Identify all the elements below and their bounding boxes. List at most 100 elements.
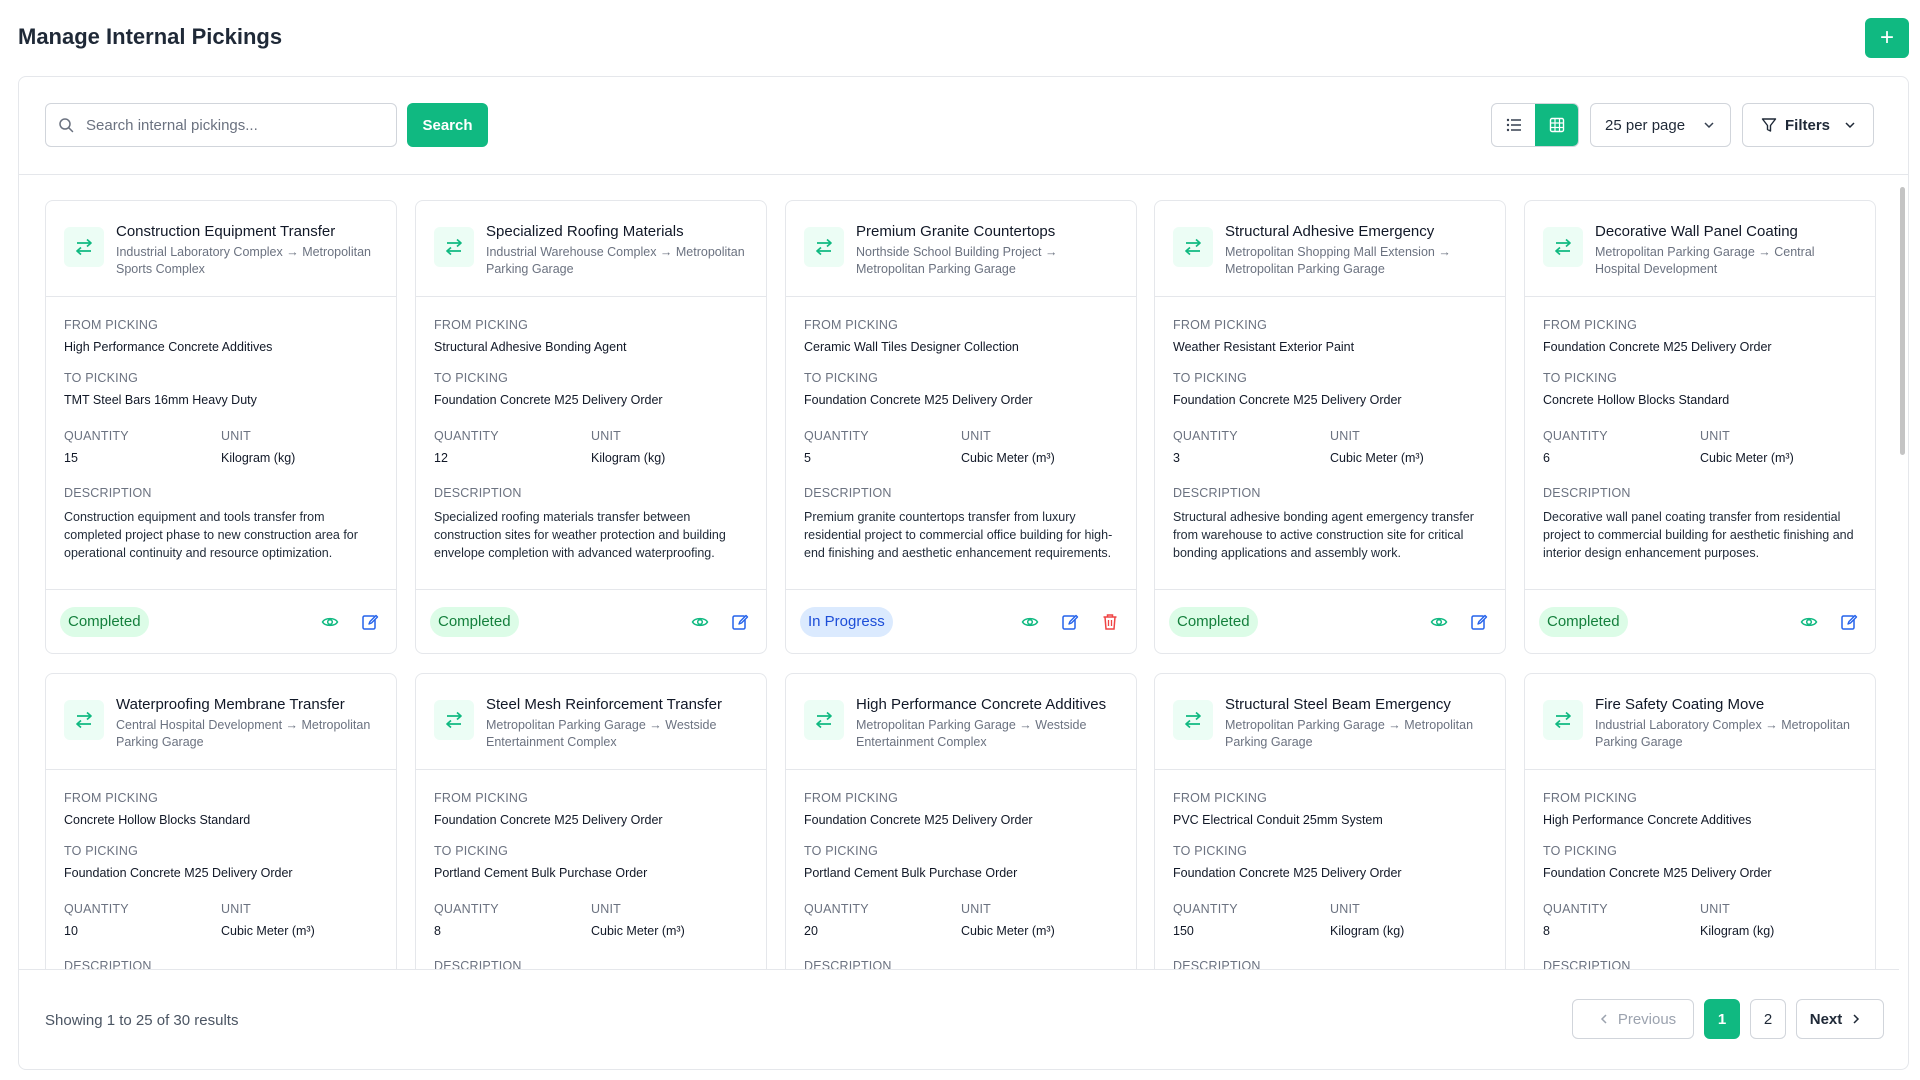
quantity-value: 5	[804, 451, 811, 465]
picking-card: Structural Steel Beam Emergency Metropoli…	[1154, 673, 1506, 969]
picking-card: Steel Mesh Reinforcement Transfer Metropo…	[415, 673, 767, 970]
search-input[interactable]	[86, 116, 376, 134]
page-2-button[interactable]: 2	[1750, 999, 1786, 1039]
pickings-panel: Search 25 per page Filters Construction …	[18, 76, 1909, 1070]
eye-icon[interactable]	[1429, 612, 1449, 632]
next-label: Next	[1809, 1010, 1843, 1028]
card-body: FROM PICKING High Performance Concrete Ad…	[1525, 770, 1875, 969]
quantity-value: 6	[1543, 451, 1550, 465]
eye-icon[interactable]	[690, 612, 710, 632]
status-badge: Completed	[430, 606, 519, 637]
from-picking-label: FROM PICKING	[434, 318, 529, 332]
card-body: FROM PICKING PVC Electrical Conduit 25mm …	[1155, 770, 1505, 969]
transfer-icon	[804, 227, 844, 267]
to-picking-label: TO PICKING	[804, 844, 879, 858]
to-picking-value: Portland Cement Bulk Purchase Order	[804, 866, 1018, 880]
unit-label: UNIT	[221, 902, 251, 916]
description-text: Specialized roofing materials transfer b…	[434, 510, 726, 560]
quantity-value: 12	[434, 451, 448, 465]
transfer-icon	[434, 700, 474, 740]
card-title: Decorative Wall Panel Coating	[1595, 223, 1798, 240]
filters-button[interactable]: Filters	[1742, 103, 1874, 147]
quantity-value: 150	[1173, 924, 1194, 938]
next-page-button[interactable]: Next	[1796, 999, 1884, 1039]
card-body: FROM PICKING Foundation Concrete M25 Deli…	[416, 770, 766, 970]
quantity-row: QUANTITY 8 UNIT Kilogram (kg)	[1543, 901, 1857, 954]
add-picking-button[interactable]: +	[1865, 18, 1909, 58]
transfer-icon	[1173, 227, 1213, 267]
status-badge: Completed	[60, 606, 149, 637]
card-title: Fire Safety Coating Move	[1595, 696, 1765, 713]
card-header: Structural Steel Beam Emergency Metropoli…	[1155, 674, 1505, 770]
picking-card: Premium Granite Countertops Northside Sch…	[785, 200, 1137, 654]
to-picking-label: TO PICKING	[1543, 844, 1618, 858]
grid-view-icon	[1549, 117, 1564, 133]
previous-label: Previous	[1617, 1010, 1677, 1028]
edit-icon[interactable]	[730, 612, 750, 632]
view-toggle	[1491, 103, 1579, 147]
per-page-select[interactable]: 25 per page	[1590, 103, 1731, 147]
list-view-icon	[1506, 118, 1521, 132]
quantity-label: QUANTITY	[1173, 902, 1238, 916]
eye-icon[interactable]	[1799, 612, 1819, 632]
picking-card: High Performance Concrete Additives Metro…	[785, 673, 1137, 970]
grid-view-button[interactable]	[1535, 104, 1578, 146]
quantity-row: QUANTITY 8 UNIT Cubic Meter (m³)	[434, 901, 748, 954]
quantity-row: QUANTITY 10 UNIT Cubic Meter (m³)	[64, 901, 378, 954]
quantity-row: QUANTITY 5 UNIT Cubic Meter (m³)	[804, 428, 1118, 481]
edit-icon[interactable]	[1469, 612, 1489, 632]
card-route: Metropolitan Parking Garage → Central Ho…	[1595, 245, 1815, 276]
unit-label: UNIT	[1330, 902, 1360, 916]
unit-value: Cubic Meter (m³)	[591, 924, 685, 938]
card-body: FROM PICKING Ceramic Wall Tiles Designer …	[786, 297, 1136, 562]
transfer-icon	[1543, 700, 1583, 740]
list-view-button[interactable]	[1492, 104, 1535, 146]
quantity-value: 8	[434, 924, 441, 938]
search-box	[45, 103, 397, 147]
from-picking-label: FROM PICKING	[434, 791, 529, 805]
search-button[interactable]: Search	[407, 103, 488, 147]
cards-grid: Construction Equipment Transfer Industria…	[19, 176, 1899, 970]
to-picking-label: TO PICKING	[434, 844, 509, 858]
from-picking-value: Weather Resistant Exterior Paint	[1173, 340, 1355, 354]
edit-icon[interactable]	[1839, 612, 1859, 632]
card-header: Structural Adhesive Emergency Metropolita…	[1155, 201, 1505, 297]
card-route: Industrial Laboratory Complex → Metropol…	[1595, 718, 1850, 749]
card-header: Waterproofing Membrane Transfer Central H…	[46, 674, 396, 770]
eye-icon[interactable]	[1020, 612, 1040, 632]
unit-label: UNIT	[591, 902, 621, 916]
from-picking-value: Foundation Concrete M25 Delivery Order	[804, 813, 1033, 827]
to-picking-value: Foundation Concrete M25 Delivery Order	[1173, 393, 1402, 407]
card-title: Waterproofing Membrane Transfer	[116, 696, 345, 713]
page-1-button[interactable]: 1	[1704, 999, 1740, 1039]
picking-card: Decorative Wall Panel Coating Metropolita…	[1524, 200, 1876, 654]
quantity-label: QUANTITY	[434, 429, 499, 443]
eye-icon[interactable]	[320, 612, 340, 632]
previous-page-button[interactable]: Previous	[1572, 999, 1694, 1039]
card-route: Industrial Laboratory Complex → Metropol…	[116, 245, 371, 276]
edit-icon[interactable]	[1060, 612, 1080, 632]
description-label: DESCRIPTION	[434, 959, 522, 970]
to-picking-label: TO PICKING	[64, 844, 139, 858]
description-label: DESCRIPTION	[804, 959, 892, 970]
card-footer: Completed	[46, 589, 396, 653]
card-title: Steel Mesh Reinforcement Transfer	[486, 696, 722, 713]
to-picking-value: Foundation Concrete M25 Delivery Order	[1543, 866, 1772, 880]
quantity-value: 10	[64, 924, 78, 938]
from-picking-label: FROM PICKING	[1173, 318, 1268, 332]
unit-value: Cubic Meter (m³)	[961, 924, 1055, 938]
edit-icon[interactable]	[360, 612, 380, 632]
filters-label: Filters	[1785, 116, 1831, 134]
card-body: FROM PICKING High Performance Concrete Ad…	[46, 297, 396, 562]
scrollbar-thumb[interactable]	[1900, 187, 1905, 455]
scrollbar[interactable]	[1899, 187, 1907, 967]
to-picking-label: TO PICKING	[64, 371, 139, 385]
description-text: Structural adhesive bonding agent emerge…	[1173, 510, 1474, 560]
description-label: DESCRIPTION	[64, 959, 152, 970]
quantity-row: QUANTITY 150 UNIT Kilogram (kg)	[1173, 901, 1487, 954]
picking-card: Specialized Roofing Materials Industrial …	[415, 200, 767, 654]
quantity-row: QUANTITY 12 UNIT Kilogram (kg)	[434, 428, 748, 481]
card-title: Specialized Roofing Materials	[486, 223, 684, 240]
trash-icon[interactable]	[1100, 612, 1120, 632]
card-route: Metropolitan Parking Garage → Westside E…	[486, 718, 717, 749]
